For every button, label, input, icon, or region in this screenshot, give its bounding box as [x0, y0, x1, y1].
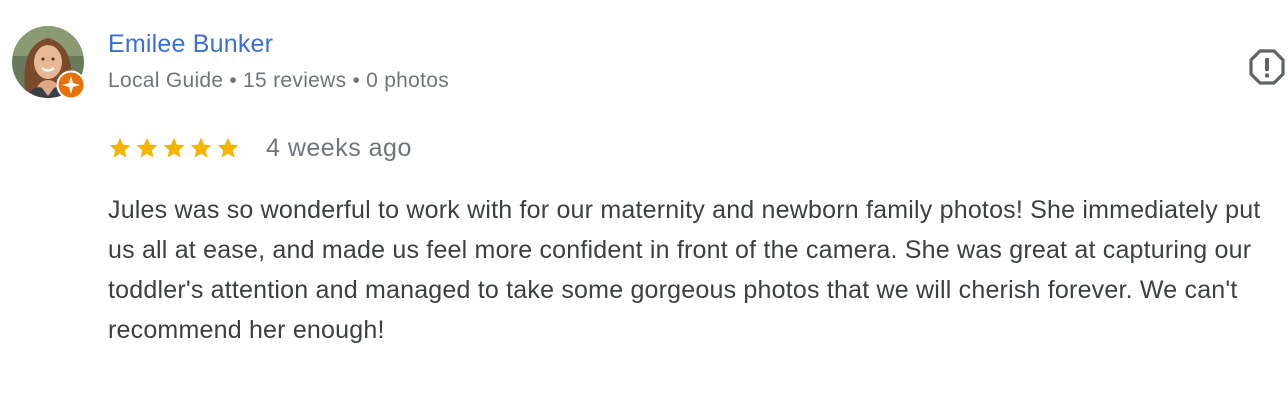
review-count: 15 reviews [243, 69, 347, 92]
review-time: 4 weeks ago [266, 133, 412, 162]
review-card: Emilee Bunker Local Guide • 15 reviews • 0 p… [0, 0, 1288, 400]
star-icon [109, 137, 131, 158]
meta-separator: • [229, 69, 238, 92]
star-rating [108, 136, 240, 160]
photo-count: 0 photos [366, 69, 450, 92]
meta-separator: • [352, 69, 361, 92]
report-icon[interactable] [1248, 48, 1286, 86]
avatar[interactable] [12, 26, 86, 100]
star-icon [163, 137, 185, 158]
local-guide-label: Local Guide [108, 69, 224, 92]
rating-row: 4 weeks ago [108, 132, 412, 164]
star-icon [217, 137, 239, 158]
star-icon [190, 137, 212, 158]
star-icon [136, 137, 158, 158]
reviewer-meta: Local Guide • 15 reviews • 0 photos [108, 69, 449, 93]
review-text: Jules was so wonderful to work with for … [108, 196, 1261, 344]
local-guide-star-icon [56, 70, 86, 100]
reviewer-name[interactable]: Emilee Bunker [108, 30, 273, 59]
